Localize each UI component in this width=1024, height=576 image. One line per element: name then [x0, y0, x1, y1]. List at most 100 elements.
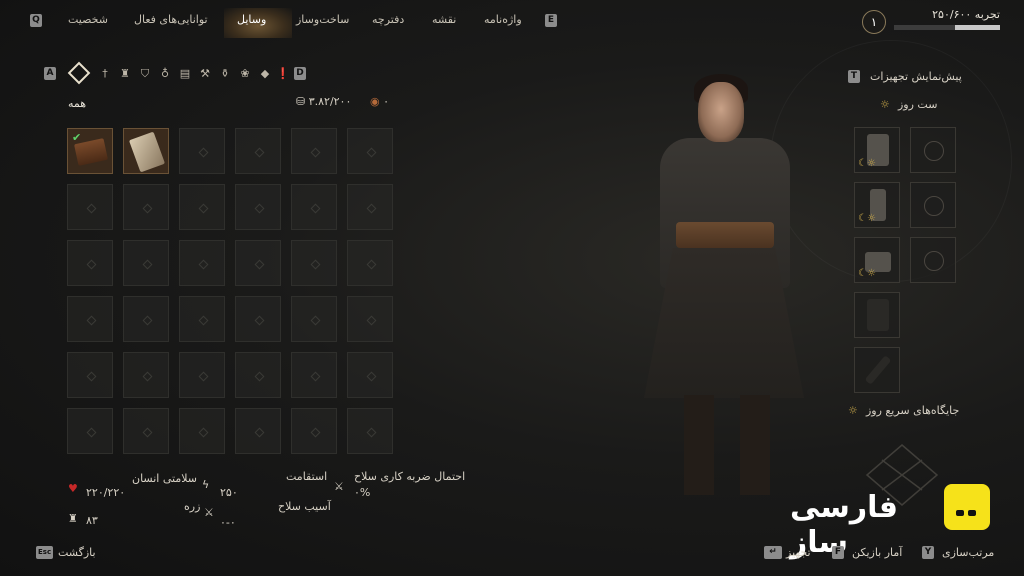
sword-icon[interactable]: †	[98, 67, 112, 81]
dagger-icon	[864, 355, 892, 385]
potion-icon[interactable]: ⚱	[218, 67, 232, 81]
inventory-slot-empty[interactable]	[235, 240, 281, 286]
carry-weight-value: ۳.۸۲/۲۰۰	[308, 95, 352, 108]
tab-inventory[interactable]: وسایل	[237, 13, 266, 26]
inventory-slot-empty[interactable]	[347, 408, 393, 454]
inventory-slot-empty[interactable]	[123, 296, 169, 342]
stamina-label: استقامت	[286, 470, 328, 483]
inventory-slot-empty[interactable]	[291, 184, 337, 230]
inventory-slot-book[interactable]: ✔	[67, 128, 113, 174]
inventory-slot-empty[interactable]	[291, 128, 337, 174]
shield-icon[interactable]: ⛉	[138, 67, 152, 81]
tab-left-key[interactable]: Q	[30, 14, 42, 27]
misc-icon[interactable]: ◆	[258, 67, 272, 81]
accessory-slot-3[interactable]	[910, 237, 956, 283]
inventory-slot-empty[interactable]	[235, 408, 281, 454]
quest-icon[interactable]: ❗	[276, 67, 290, 81]
inventory-slot-empty[interactable]	[291, 240, 337, 286]
equip-label[interactable]: تجهیز	[786, 546, 811, 559]
back-key[interactable]: Esc	[36, 546, 54, 559]
food-icon[interactable]: ❀	[238, 67, 252, 81]
inventory-slot-empty[interactable]	[123, 240, 169, 286]
sort-label[interactable]: مرتب‌سازی	[942, 546, 994, 559]
weight-icon: ⛁	[296, 95, 309, 108]
tab-character[interactable]: شخصیت	[68, 13, 108, 26]
character-leg-right	[740, 395, 770, 495]
bag-icon[interactable]: ♁	[158, 67, 172, 81]
cloth-icon	[128, 131, 166, 173]
stats-key[interactable]: F	[832, 546, 844, 559]
inventory-slot-empty[interactable]	[67, 408, 113, 454]
armor-value: ۸۳	[86, 514, 98, 527]
inventory-slot-empty[interactable]	[291, 408, 337, 454]
inventory-slot-empty[interactable]	[67, 296, 113, 342]
equipment-preview-label[interactable]: پیش‌نمایش تجهیزات	[870, 70, 962, 83]
coin-count-value: ۰	[383, 95, 390, 108]
stamina-bolt-icon: ϟ	[202, 478, 210, 491]
player-stats-label[interactable]: آمار بازیکن	[852, 546, 902, 559]
book-icon[interactable]: ▤	[178, 67, 192, 81]
chest-slot[interactable]: ☾☼	[854, 127, 900, 173]
inventory-slot-empty[interactable]	[123, 408, 169, 454]
inventory-slot-empty[interactable]	[235, 184, 281, 230]
armor-icon[interactable]: ♜	[118, 67, 132, 81]
accessory-slot-2[interactable]	[910, 182, 956, 228]
tab-list: شخصیت توانایی‌های فعال وسایل ساخت‌وساز د…	[60, 13, 530, 29]
day-sun-icon: ☾☼	[858, 158, 876, 169]
inventory-slot-empty[interactable]	[179, 408, 225, 454]
inventory-slot-empty[interactable]	[179, 296, 225, 342]
legs-slot[interactable]: ☾☼	[854, 182, 900, 228]
filter-right-key[interactable]: D	[294, 67, 306, 80]
tab-right-key[interactable]: E	[545, 14, 557, 27]
feet-slot[interactable]: ☾☼	[854, 237, 900, 283]
new-item-check-icon: ✔	[72, 131, 82, 144]
tab-active-abilities[interactable]: توانایی‌های فعال	[134, 13, 208, 26]
stamina-value: ۲۵۰	[220, 486, 238, 499]
inventory-slot-cloth[interactable]	[123, 128, 169, 174]
inventory-slot-empty[interactable]	[123, 352, 169, 398]
back-label[interactable]: بازگشت	[58, 546, 96, 559]
sort-key[interactable]: Y	[922, 546, 934, 559]
inventory-slot-empty[interactable]	[235, 296, 281, 342]
filter-all-button[interactable]	[66, 60, 92, 86]
inventory-slot-empty[interactable]	[67, 184, 113, 230]
character-stats: سلامتی انسان ♥ ۲۲۰/۲۲۰ ϟ ۲۵۰ استقامت ♜ ۸…	[60, 470, 480, 530]
inventory-slot-empty[interactable]	[235, 128, 281, 174]
inventory-slot-empty[interactable]	[347, 184, 393, 230]
tab-map[interactable]: نقشه	[432, 13, 456, 26]
armor-label: زره	[184, 500, 201, 513]
character-model[interactable]	[640, 70, 810, 510]
inventory-slot-empty[interactable]	[179, 352, 225, 398]
accessory-slot-1[interactable]	[910, 127, 956, 173]
equip-key[interactable]: ↵	[764, 546, 782, 559]
tab-journal[interactable]: دفترچه	[372, 13, 404, 26]
carry-weight: ⛁ ۳.۸۲/۲۰۰	[296, 95, 351, 108]
tab-crafting[interactable]: ساخت‌وساز	[296, 13, 349, 26]
inventory-slot-empty[interactable]	[347, 296, 393, 342]
weapon-slot[interactable]	[854, 347, 900, 393]
crafting-icon[interactable]: ⚒	[198, 67, 212, 81]
inventory-slot-empty[interactable]	[179, 128, 225, 174]
top-navigation: Q شخصیت توانایی‌های فعال وسایل ساخت‌وساز…	[0, 0, 1024, 40]
inventory-slot-empty[interactable]	[347, 128, 393, 174]
inventory-slot-empty[interactable]	[347, 352, 393, 398]
inventory-slot-empty[interactable]	[123, 184, 169, 230]
coin-count: ◉ ۰	[370, 95, 389, 108]
inventory-slot-empty[interactable]	[67, 240, 113, 286]
tab-glossary[interactable]: واژه‌نامه	[484, 13, 522, 26]
preview-key[interactable]: T	[848, 70, 860, 83]
inventory-slot-empty[interactable]	[291, 296, 337, 342]
filter-left-key[interactable]: A	[44, 67, 56, 80]
inventory-slot-empty[interactable]	[67, 352, 113, 398]
day-sun-icon: ☾☼	[858, 268, 876, 279]
hands-slot[interactable]	[854, 292, 900, 338]
experience-bar	[894, 25, 1000, 30]
inventory-slot-empty[interactable]	[179, 184, 225, 230]
inventory-slot-empty[interactable]	[179, 240, 225, 286]
inventory-slot-empty[interactable]	[347, 240, 393, 286]
inventory-slot-empty[interactable]	[291, 352, 337, 398]
inventory-slot-empty[interactable]	[235, 352, 281, 398]
character-legs	[684, 395, 770, 495]
level-badge: ۱	[862, 10, 886, 34]
character-belt	[676, 222, 774, 248]
